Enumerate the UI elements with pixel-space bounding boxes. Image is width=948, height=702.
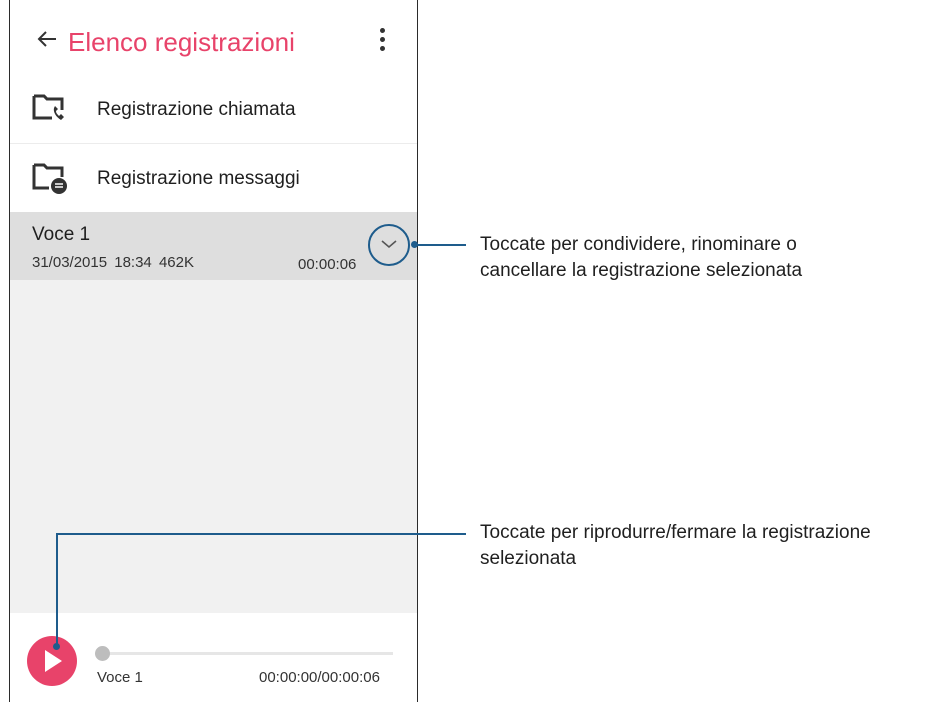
player-track-name: Voce 1: [97, 669, 143, 686]
player-time: 00:00:00/00:00:06: [259, 669, 380, 686]
chevron-down-icon: [381, 240, 397, 249]
callout-line: Toccate per condividere, rinominare o: [480, 234, 797, 255]
player-bar: Voce 1 00:00:00/00:00:06: [10, 613, 417, 702]
message-recording-folder-icon: [32, 163, 67, 194]
callout-line: Toccate per riprodurre/fermare la regist…: [480, 522, 871, 543]
more-vertical-icon[interactable]: [376, 28, 388, 58]
expand-button[interactable]: [368, 224, 410, 266]
callout-line: selezionata: [480, 548, 577, 569]
play-button[interactable]: [27, 636, 77, 686]
call-recording-folder-icon: [32, 94, 64, 120]
folder-label: Registrazione messaggi: [97, 168, 300, 189]
recording-date: 31/03/2015 18:34: [32, 254, 152, 271]
folder-message-recordings[interactable]: Registrazione messaggi: [10, 143, 417, 212]
recording-size: 462K: [158, 254, 194, 271]
callout-line-play-horizontal: [56, 533, 466, 535]
play-icon: [45, 650, 62, 672]
folder-label: Registrazione chiamata: [97, 99, 296, 120]
recording-duration: 00:00:06: [298, 256, 357, 273]
seek-thumb[interactable]: [95, 646, 110, 661]
callout-text-expand: Toccate per condividere, rinominare o ca…: [480, 232, 802, 284]
callout-text-play: Toccate per riprodurre/fermare la regist…: [480, 520, 871, 572]
phone-screen: Elenco registrazioni Registrazione chiam…: [9, 0, 418, 702]
folder-call-recordings[interactable]: Registrazione chiamata: [10, 75, 417, 143]
seek-bar[interactable]: [97, 652, 393, 655]
app-bar: Elenco registrazioni: [10, 0, 417, 75]
arrow-left-icon[interactable]: [36, 28, 58, 50]
recording-meta: 31/03/2015 18:34 462K: [32, 254, 194, 271]
callout-line-expand: [415, 244, 466, 246]
page-title: Elenco registrazioni: [68, 27, 295, 57]
recording-name: Voce 1: [32, 224, 91, 245]
recording-item[interactable]: Voce 1 31/03/2015 18:34 462K 00:00:06: [10, 212, 417, 280]
callout-line: cancellare la registrazione selezionata: [480, 260, 803, 281]
callout-line-play-vertical: [56, 533, 58, 645]
